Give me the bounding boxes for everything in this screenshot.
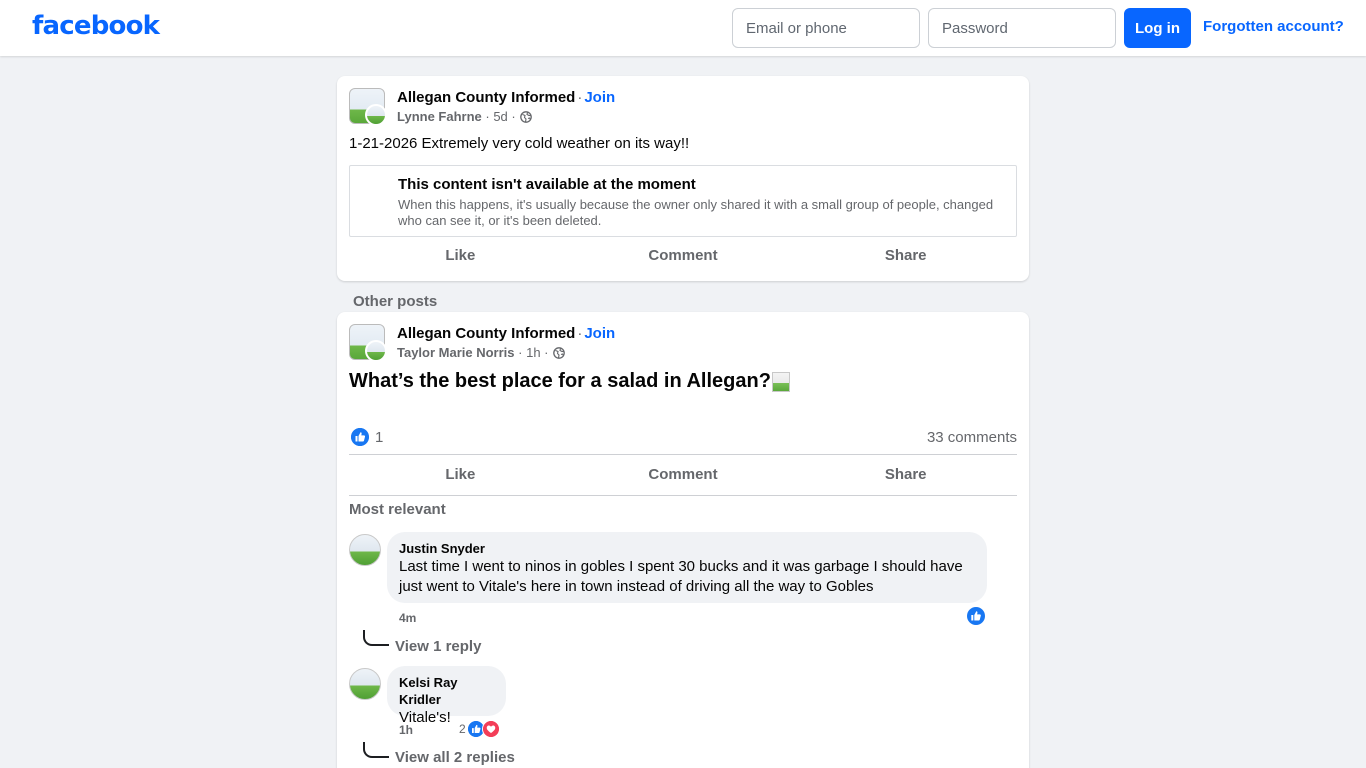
divider xyxy=(349,495,1017,496)
reply-connector-icon xyxy=(363,630,389,646)
post-header: Allegan County Informed · Join Taylor Mari… xyxy=(397,325,615,360)
unavailable-description: When this happens, it's usually because … xyxy=(398,197,994,228)
comment-time[interactable]: 1h xyxy=(399,723,413,737)
comment-text: Last time I went to ninos in gobles I sp… xyxy=(399,558,963,595)
post-text-row: What’s the best place for a salad in All… xyxy=(349,370,790,393)
globe-icon xyxy=(519,110,532,123)
comment-bubble: Justin Snyder Last time I went to ninos … xyxy=(387,532,987,603)
forgot-account-link[interactable]: Forgotten account? xyxy=(1203,18,1344,35)
view-replies-link[interactable]: View all 2 replies xyxy=(395,749,515,766)
unavailable-title: This content isn't available at the mome… xyxy=(398,176,696,193)
author-avatar xyxy=(365,340,387,362)
separator-dot: · xyxy=(507,109,516,124)
post-author[interactable]: Lynne Fahrne xyxy=(397,109,482,124)
post-card: Allegan County Informed · Join Lynne Fahrn… xyxy=(337,76,1029,281)
comments-count[interactable]: 33 comments xyxy=(927,429,1017,446)
post-header: Allegan County Informed · Join Lynne Fahrn… xyxy=(397,89,615,124)
post-time[interactable]: 5d xyxy=(493,109,507,124)
separator-dot: · xyxy=(577,325,583,342)
like-icon[interactable] xyxy=(351,428,369,446)
view-replies-link[interactable]: View 1 reply xyxy=(395,638,481,655)
broken-image-icon xyxy=(771,371,790,392)
password-field[interactable] xyxy=(928,8,1116,48)
separator-dot: · xyxy=(540,345,549,360)
post-actions: Like Comment Share xyxy=(349,457,1017,493)
comment-sort-selector[interactable]: Most relevant xyxy=(349,501,446,518)
post-time[interactable]: 1h xyxy=(526,345,540,360)
comment-button[interactable]: Comment xyxy=(572,238,795,274)
love-icon xyxy=(481,720,500,738)
other-posts-heading: Other posts xyxy=(353,293,438,310)
post-text: What’s the best place for a salad in All… xyxy=(349,370,771,392)
reply-connector-icon xyxy=(363,742,389,758)
separator-dot: · xyxy=(514,345,527,360)
comment-bubble: Kelsi Ray Kridler Vitale's! xyxy=(387,666,506,726)
top-bar: facebook Log in Forgotten account? xyxy=(0,0,1366,56)
post-card: Allegan County Informed · Join Taylor Mari… xyxy=(337,312,1029,768)
like-count[interactable]: 1 xyxy=(375,429,383,446)
share-button[interactable]: Share xyxy=(794,457,1017,493)
post-author[interactable]: Taylor Marie Norris xyxy=(397,345,515,360)
reactions-summary: 1 33 comments xyxy=(349,426,1017,448)
group-avatar[interactable] xyxy=(349,88,387,126)
like-button[interactable]: Like xyxy=(349,238,572,274)
separator-dot: · xyxy=(481,109,494,124)
group-name[interactable]: Allegan County Informed xyxy=(397,325,575,342)
separator-dot: · xyxy=(577,89,583,106)
commenter-avatar[interactable] xyxy=(349,668,381,700)
unavailable-content-box: This content isn't available at the mome… xyxy=(349,165,1017,237)
login-button[interactable]: Log in xyxy=(1124,8,1191,48)
commenter-name[interactable]: Justin Snyder xyxy=(399,540,975,557)
comment-time[interactable]: 4m xyxy=(399,611,416,625)
post-actions: Like Comment Share xyxy=(349,238,1017,274)
join-button[interactable]: Join xyxy=(584,89,615,106)
facebook-logo[interactable]: facebook xyxy=(32,11,160,41)
share-button[interactable]: Share xyxy=(794,238,1017,274)
like-button[interactable]: Like xyxy=(349,457,572,493)
group-avatar[interactable] xyxy=(349,324,387,362)
comment-button[interactable]: Comment xyxy=(572,457,795,493)
commenter-name[interactable]: Kelsi Ray Kridler xyxy=(399,674,494,708)
author-avatar xyxy=(365,104,387,126)
globe-icon xyxy=(552,346,565,359)
email-field[interactable] xyxy=(732,8,920,48)
reaction-count: 2 xyxy=(459,722,466,736)
like-icon[interactable] xyxy=(966,606,986,626)
commenter-avatar[interactable] xyxy=(349,534,381,566)
post-text: 1-21-2026 Extremely very cold weather on… xyxy=(349,135,690,152)
group-name[interactable]: Allegan County Informed xyxy=(397,89,575,106)
comment-reactions[interactable]: 2 xyxy=(459,720,500,738)
divider xyxy=(349,454,1017,455)
join-button[interactable]: Join xyxy=(584,325,615,342)
